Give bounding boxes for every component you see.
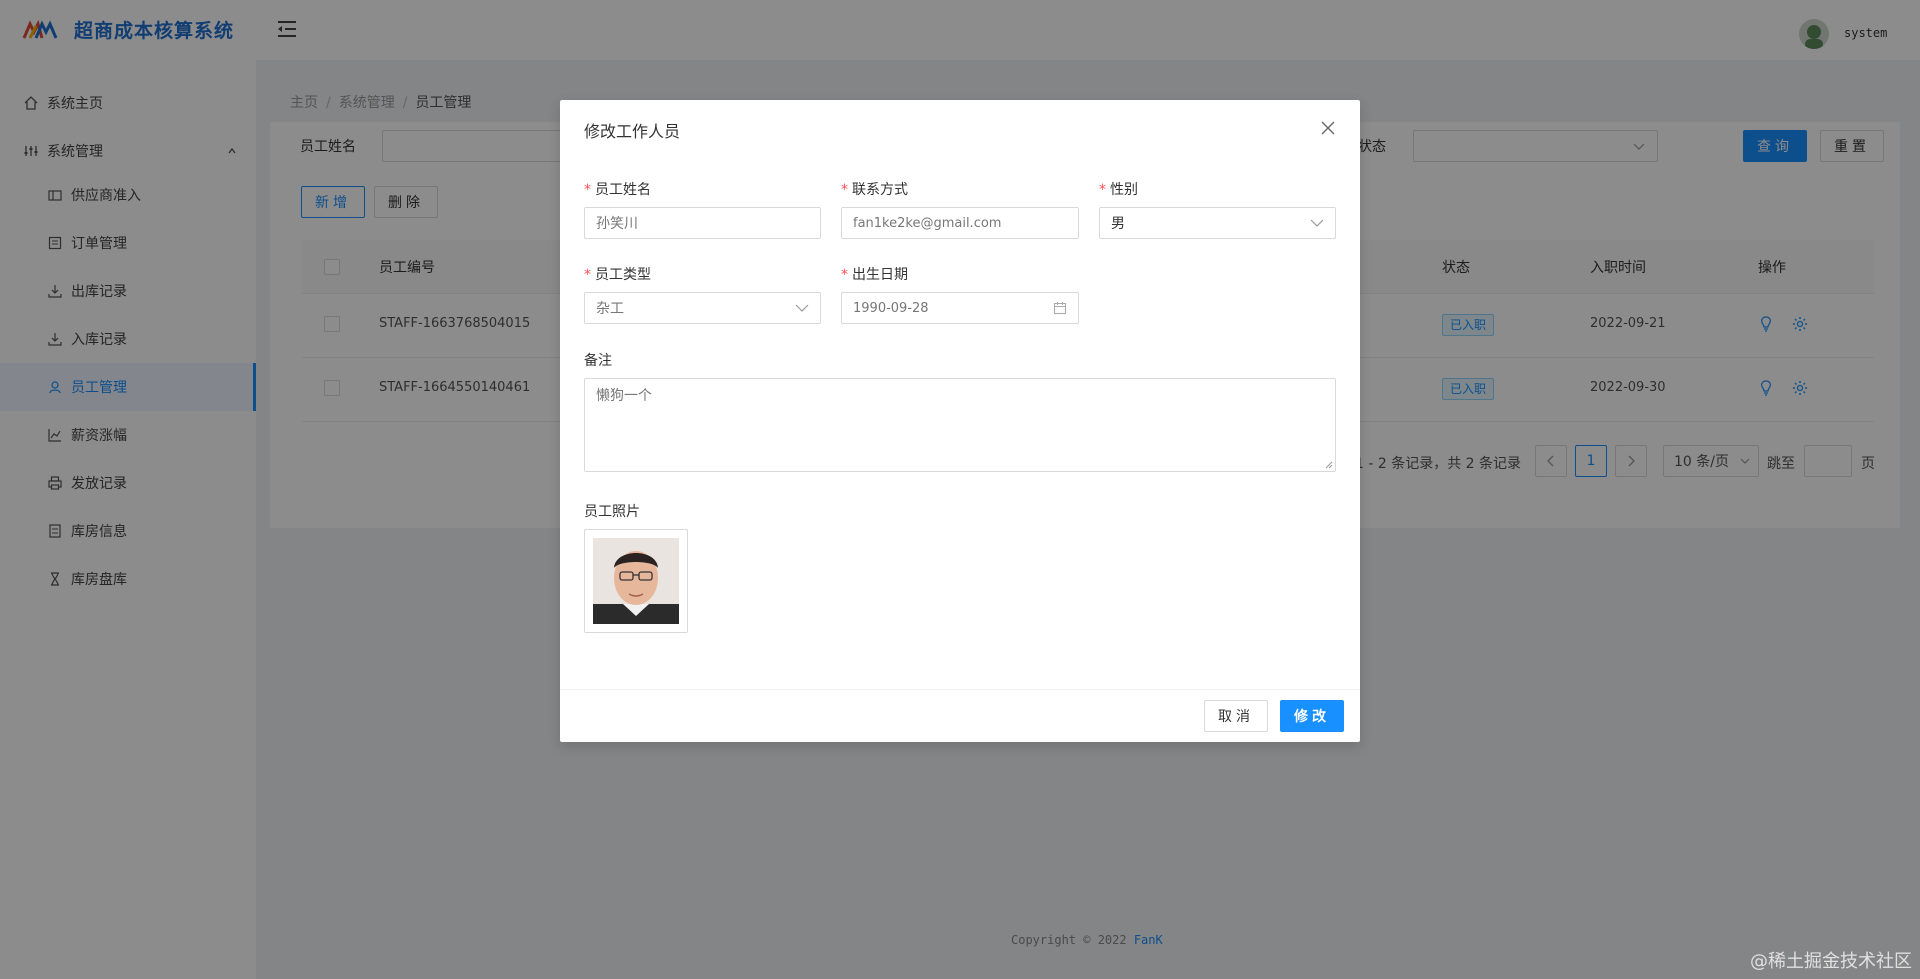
remark-textarea[interactable]: 懒狗一个 — [584, 378, 1336, 472]
gender-label: * 性别 — [1099, 182, 1138, 198]
watermark: @稀土掘金技术社区 — [1750, 951, 1912, 972]
birthday-value: 1990-09-28 — [853, 300, 929, 316]
modal-footer: 取消 修改 — [560, 689, 1360, 742]
calendar-icon — [1053, 302, 1067, 315]
name-input[interactable]: 孙笑川 — [584, 207, 821, 239]
remark-label: 备注 — [584, 353, 612, 369]
type-value: 杂工 — [596, 301, 624, 317]
chevron-down-icon — [795, 304, 809, 312]
contact-input[interactable]: fan1ke2ke@gmail.com — [841, 207, 1079, 239]
modal-title: 修改工作人员 — [584, 122, 681, 141]
resize-handle-icon[interactable] — [1325, 461, 1333, 469]
edit-staff-modal: 修改工作人员 * 员工姓名 孙笑川 * 联系方式 fan1ke2ke@gmail.c… — [560, 100, 1360, 742]
name-label: * 员工姓名 — [584, 182, 651, 198]
birthday-picker[interactable]: 1990-09-28 — [841, 292, 1079, 324]
type-label: * 员工类型 — [584, 267, 651, 283]
submit-button[interactable]: 修改 — [1280, 700, 1344, 732]
contact-value: fan1ke2ke@gmail.com — [853, 215, 1002, 231]
close-icon[interactable] — [1320, 120, 1336, 136]
chevron-down-icon — [1310, 219, 1324, 227]
gender-value: 男 — [1111, 216, 1125, 232]
gender-select[interactable]: 男 — [1099, 207, 1336, 239]
birthday-label: * 出生日期 — [841, 267, 908, 283]
photo-upload-card[interactable] — [584, 529, 688, 633]
name-value: 孙笑川 — [596, 216, 638, 232]
cancel-button[interactable]: 取消 — [1204, 700, 1268, 732]
type-select[interactable]: 杂工 — [584, 292, 821, 324]
remark-value: 懒狗一个 — [596, 388, 652, 404]
photo-label: 员工照片 — [584, 504, 640, 520]
contact-label: * 联系方式 — [841, 182, 908, 198]
staff-photo — [593, 538, 679, 624]
